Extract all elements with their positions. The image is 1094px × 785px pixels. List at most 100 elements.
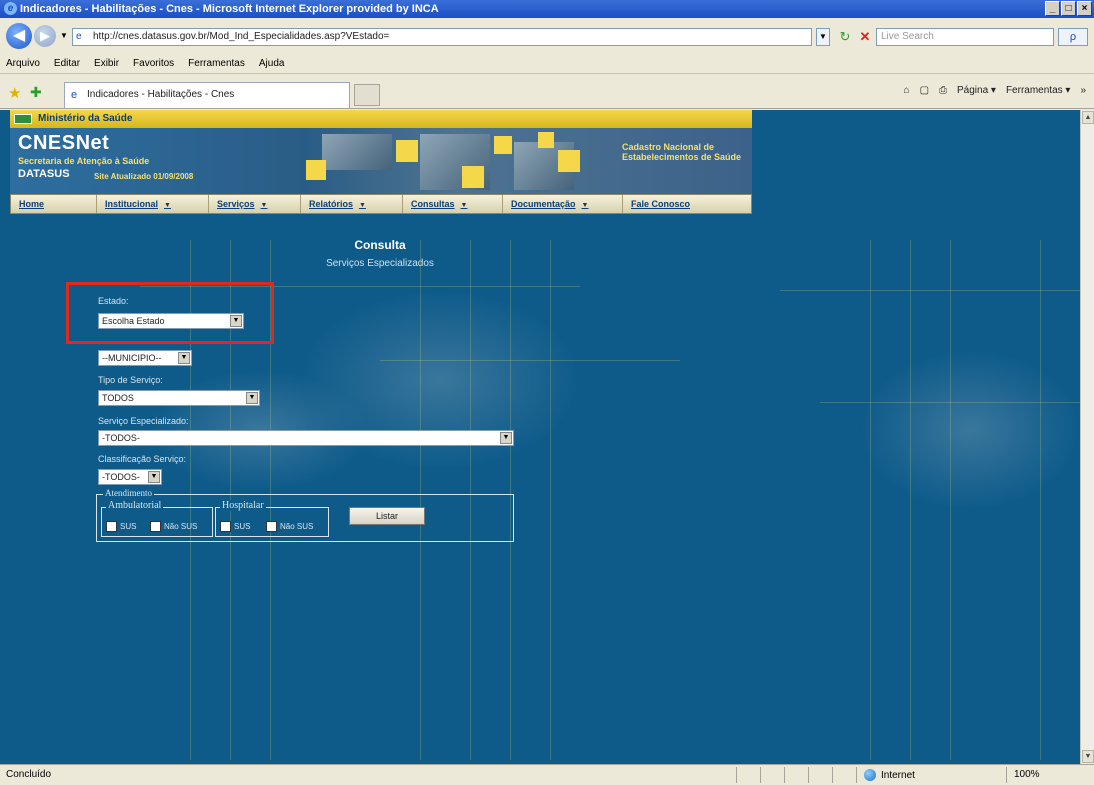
menu-favoritos[interactable]: Favoritos xyxy=(133,58,174,69)
checkbox-box[interactable] xyxy=(150,520,161,532)
ie-logo-icon: e xyxy=(4,2,17,15)
atendimento-fieldset: Atendimento Ambulatorial SUS Não SUS Hos… xyxy=(96,488,514,542)
security-zone[interactable]: Internet xyxy=(864,769,915,781)
menu-exibir[interactable]: Exibir xyxy=(94,58,119,69)
nav-servicos[interactable]: Serviços ▼ xyxy=(209,195,301,213)
refresh-icon[interactable]: ↻ xyxy=(836,28,854,46)
banner-square xyxy=(494,136,512,154)
municipio-value: --MUNICIPIO-- xyxy=(102,353,162,363)
status-divider xyxy=(832,767,833,783)
ambulatorial-sus-checkbox[interactable]: SUS xyxy=(106,520,136,532)
scroll-down-icon[interactable]: ▼ xyxy=(1082,750,1094,763)
recent-pages-dropdown[interactable]: ▼ xyxy=(60,31,68,40)
atendimento-legend: Atendimento xyxy=(103,488,154,498)
scroll-up-icon[interactable]: ▲ xyxy=(1082,111,1094,124)
brazil-flag-icon xyxy=(14,114,32,124)
tab-indicadores[interactable]: e Indicadores - Habilitações - Cnes xyxy=(64,82,350,108)
nav-consultas[interactable]: Consultas ▼ xyxy=(403,195,503,213)
datasus-label: DATASUS xyxy=(18,168,70,180)
add-favorite-icon[interactable]: ✚ xyxy=(30,84,42,101)
forward-arrow-icon[interactable]: ▶ xyxy=(34,25,56,47)
menu-arquivo[interactable]: Arquivo xyxy=(6,58,40,69)
menu-ferramentas[interactable]: Ferramentas xyxy=(188,58,245,69)
page-icon: e xyxy=(76,31,82,42)
highlight-box xyxy=(66,282,274,344)
favorites-star-icon[interactable]: ★ xyxy=(8,84,21,102)
nav-relatorios[interactable]: Relatórios ▼ xyxy=(301,195,403,213)
more-commands-icon[interactable]: » xyxy=(1080,85,1086,96)
chevron-down-icon: ▼ xyxy=(500,432,512,444)
status-divider xyxy=(784,767,785,783)
checkbox-box[interactable] xyxy=(266,520,277,532)
ambulatorial-nao-sus-checkbox[interactable]: Não SUS xyxy=(150,520,197,532)
page-menu[interactable]: Página ▾ xyxy=(957,85,996,96)
tipo-servico-value: TODOS xyxy=(102,393,134,403)
stop-icon[interactable]: ✕ xyxy=(856,28,874,46)
ministerio-label: Ministério da Saúde xyxy=(38,113,133,124)
status-divider xyxy=(856,767,857,783)
feeds-icon[interactable]: ▢ xyxy=(920,85,929,96)
nav-institucional[interactable]: Institucional ▼ xyxy=(97,195,209,213)
grid-line xyxy=(780,290,1080,291)
status-divider xyxy=(736,767,737,783)
page-content: Ministério da Saúde CNESNet Secretaria d… xyxy=(0,110,1080,764)
site-logo[interactable]: CNESNet xyxy=(18,132,109,155)
address-dropdown-button[interactable]: ▼ xyxy=(816,28,830,46)
search-input[interactable]: Live Search xyxy=(876,28,1054,46)
close-button[interactable]: × xyxy=(1077,1,1092,16)
new-tab-button[interactable] xyxy=(354,84,380,106)
background-photo xyxy=(860,350,1080,510)
menu-bar: Arquivo Editar Exibir Favoritos Ferramen… xyxy=(0,54,1094,74)
servico-especializado-select[interactable]: -TODOS- ▼ xyxy=(98,430,514,446)
listar-button[interactable]: Listar xyxy=(349,507,425,525)
search-button[interactable]: ρ xyxy=(1058,28,1088,46)
tipo-servico-select[interactable]: TODOS ▼ xyxy=(98,390,260,406)
window-title-bar: e Indicadores - Habilitações - Cnes - Mi… xyxy=(0,0,1094,18)
maximize-button[interactable]: □ xyxy=(1061,1,1076,16)
classificacao-select[interactable]: -TODOS- ▼ xyxy=(98,469,162,485)
classificacao-label: Classificação Serviço: xyxy=(98,454,187,464)
back-arrow-icon[interactable]: ◀ xyxy=(6,23,32,49)
nav-documentacao[interactable]: Documentação ▼ xyxy=(503,195,623,213)
print-icon[interactable]: ⎙ xyxy=(939,85,947,96)
nav-documentacao-label: Documentação xyxy=(511,199,576,209)
nav-relatorios-label: Relatórios xyxy=(309,199,354,209)
address-bar[interactable]: e http://cnes.datasus.gov.br/Mod_Ind_Esp… xyxy=(72,28,812,46)
menu-editar[interactable]: Editar xyxy=(54,58,80,69)
municipio-select[interactable]: --MUNICIPIO-- ▼ xyxy=(98,350,192,366)
home-icon[interactable]: ⌂ xyxy=(904,85,910,96)
minimize-button[interactable]: _ xyxy=(1045,1,1060,16)
nav-home[interactable]: Home xyxy=(11,195,97,213)
chevron-down-icon: ▼ xyxy=(260,202,268,209)
zoom-level[interactable]: 100% xyxy=(1014,769,1040,780)
menu-ajuda[interactable]: Ajuda xyxy=(259,58,285,69)
nav-servicos-label: Serviços xyxy=(217,199,255,209)
nav-fale-conosco[interactable]: Fale Conosco xyxy=(623,195,733,213)
cadastro-label: Cadastro Nacional de Estabelecimentos de… xyxy=(622,142,742,162)
status-divider xyxy=(1006,767,1007,783)
status-text: Concluído xyxy=(6,769,52,780)
ambulatorial-legend: Ambulatorial xyxy=(106,500,164,511)
grid-line xyxy=(910,240,911,760)
tab-bar: ★ ✚ e Indicadores - Habilitações - Cnes … xyxy=(0,75,1094,109)
secretaria-label: Secretaria de Atenção à Saúde xyxy=(18,156,150,166)
banner-square xyxy=(538,132,554,148)
hospitalar-sus-checkbox[interactable]: SUS xyxy=(220,520,250,532)
site-header: Ministério da Saúde CNESNet Secretaria d… xyxy=(10,110,752,218)
checkbox-label: SUS xyxy=(120,521,137,531)
nav-fale-conosco-label: Fale Conosco xyxy=(631,199,691,209)
status-divider xyxy=(808,767,809,783)
checkbox-box[interactable] xyxy=(220,520,231,532)
page-title: Consulta xyxy=(354,238,406,252)
status-bar: Concluído Internet 100% xyxy=(0,764,1094,785)
grid-line xyxy=(950,240,951,760)
chevron-down-icon: ▼ xyxy=(581,202,589,209)
checkbox-label: Não SUS xyxy=(280,521,314,531)
tools-menu[interactable]: Ferramentas ▾ xyxy=(1006,85,1070,96)
tipo-servico-label: Tipo de Serviço: xyxy=(98,375,163,385)
vertical-scrollbar[interactable]: ▲ ▼ xyxy=(1080,110,1094,764)
checkbox-box[interactable] xyxy=(106,520,117,532)
banner-square xyxy=(462,166,484,188)
tab-title: Indicadores - Habilitações - Cnes xyxy=(87,89,235,100)
hospitalar-nao-sus-checkbox[interactable]: Não SUS xyxy=(266,520,313,532)
